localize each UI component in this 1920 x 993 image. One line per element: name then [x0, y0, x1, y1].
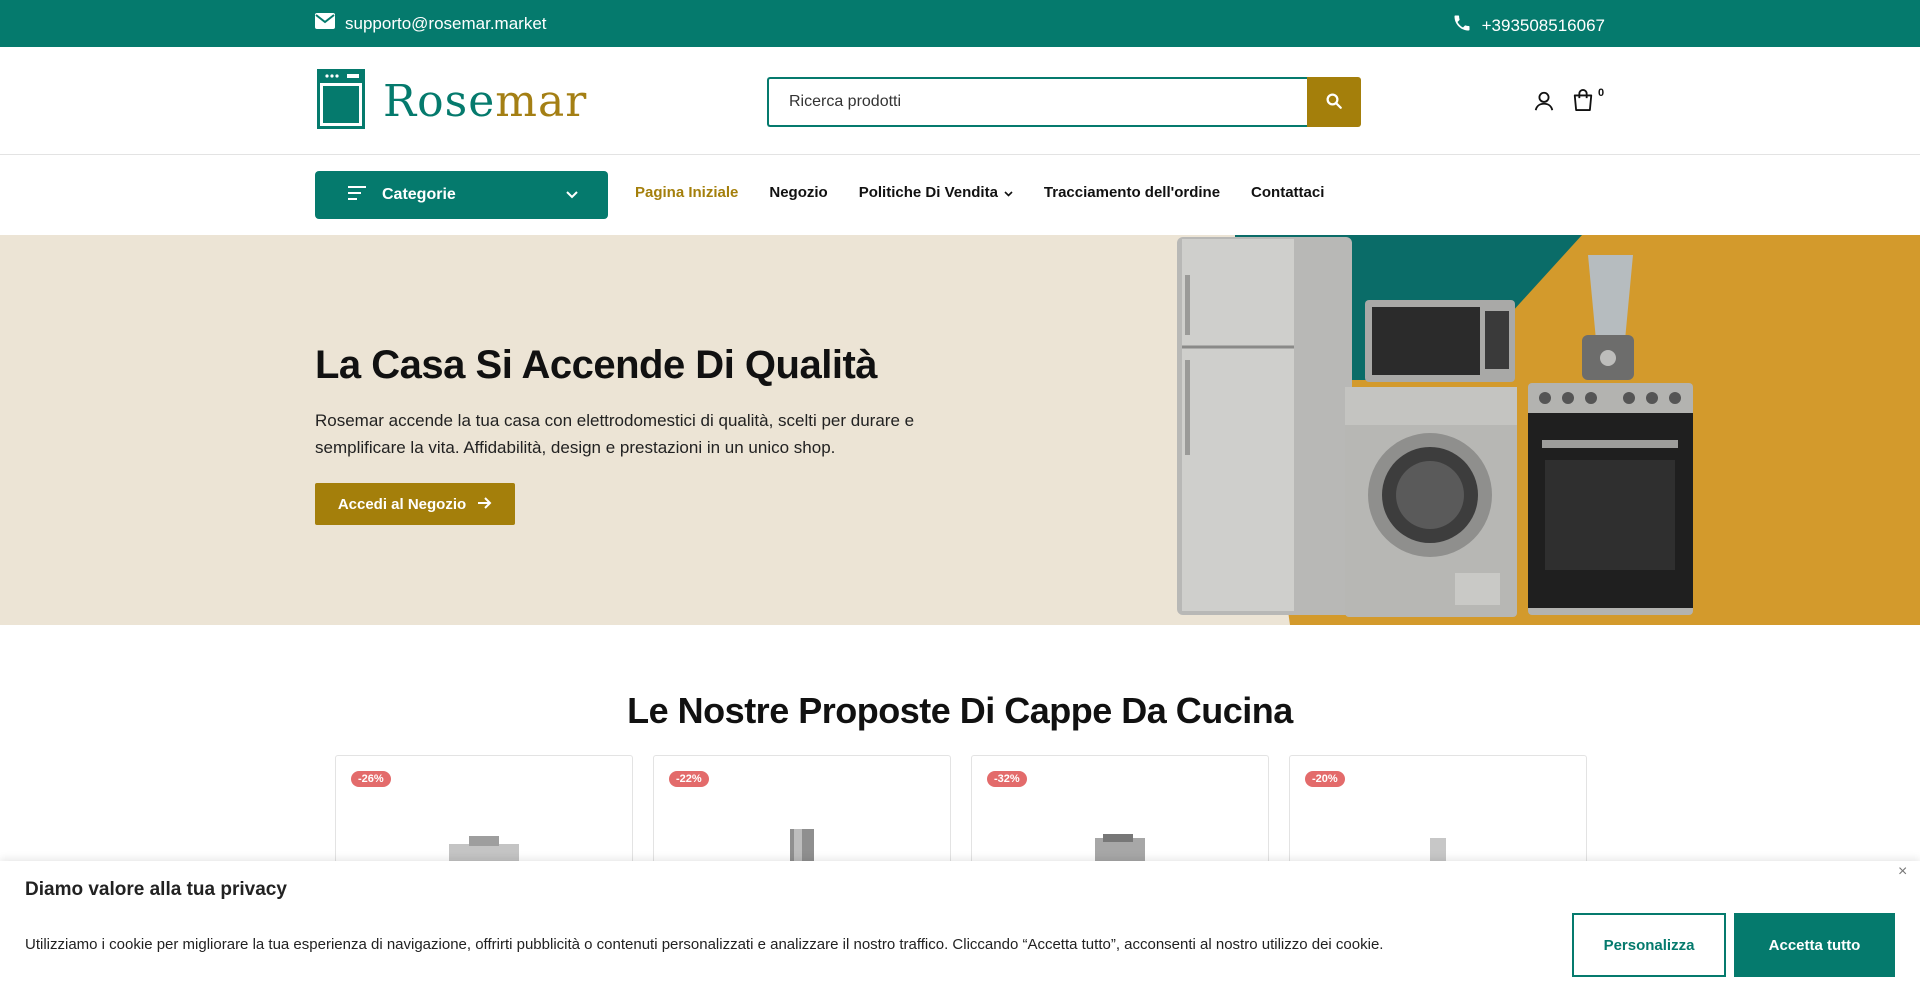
main-nav: Categorie Pagina Iniziale Negozio Politi… [0, 155, 1920, 235]
search-icon [1325, 92, 1343, 113]
site-header: Rosemar 0 [0, 47, 1920, 155]
nav-link-contact-label: Contattaci [1251, 184, 1325, 201]
cookie-title: Diamo valore alla tua privacy [25, 879, 287, 900]
nav-link-order-tracking[interactable]: Tracciamento dell'ordine [1044, 184, 1220, 201]
logo-wordmark-main: Rose [383, 75, 496, 127]
nav-link-shop[interactable]: Negozio [769, 184, 827, 201]
logo-wordmark-accent: mar [495, 75, 588, 127]
site-logo[interactable]: Rosemar [317, 69, 587, 134]
support-phone-text: +393508516067 [1481, 15, 1605, 35]
customize-cookies-button[interactable]: Personalizza [1572, 913, 1726, 977]
discount-badge: -20% [1305, 771, 1345, 787]
nav-link-sales-policies[interactable]: Politiche Di Vendita [859, 184, 1013, 201]
discount-badge: -26% [351, 771, 391, 787]
categories-dropdown[interactable]: Categorie [315, 171, 608, 219]
envelope-icon [315, 13, 335, 34]
chevron-down-icon [566, 186, 578, 204]
nav-link-contact[interactable]: Contattaci [1251, 184, 1324, 201]
nav-link-shop-label: Negozio [769, 184, 828, 201]
discount-badge: -32% [987, 771, 1027, 787]
close-icon[interactable]: × [1898, 863, 1907, 881]
nav-link-sales-policies-label: Politiche Di Vendita [858, 184, 998, 201]
nav-link-order-tracking-label: Tracciamento dell'ordine [1043, 184, 1221, 201]
nav-links: Pagina Iniziale Negozio Politiche Di Ven… [635, 184, 1324, 201]
chevron-down-icon [1004, 184, 1013, 201]
range-hood-image [790, 829, 814, 865]
top-bar: supporto@rosemar.market +393508516067 [0, 0, 1920, 47]
hero-appliances-image [1177, 235, 1920, 625]
cart-icon[interactable] [1572, 88, 1594, 117]
hero-text: Rosemar accende la tua casa con elettrod… [315, 411, 915, 457]
user-icon[interactable] [1533, 90, 1555, 117]
dishwasher-logo-icon [317, 69, 365, 134]
arrow-right-icon [478, 496, 492, 513]
cart-count-badge: 0 [1598, 87, 1605, 99]
support-phone[interactable]: +393508516067 [1452, 13, 1605, 38]
search-bar [767, 77, 1361, 127]
hero-banner: La Casa Si Accende Di Qualità Rosemar ac… [0, 235, 1920, 625]
cookie-text: Utilizziamo i cookie per migliorare la t… [25, 936, 1384, 953]
range-hood-image [1095, 834, 1145, 864]
cookie-consent-banner: × Diamo valore alla tua privacy Utilizzi… [0, 861, 1920, 993]
menu-lines-icon [348, 185, 366, 205]
shop-cta-label: Accedi al Negozio [337, 495, 467, 513]
search-button[interactable] [1307, 77, 1361, 127]
discount-badge: -22% [669, 771, 709, 787]
support-email-text: supporto@rosemar.market [345, 13, 547, 33]
nav-link-home-label: Pagina Iniziale [635, 184, 739, 201]
support-email[interactable]: supporto@rosemar.market [315, 13, 547, 34]
shop-cta-button[interactable]: Accedi al Negozio [315, 483, 515, 525]
nav-link-home[interactable]: Pagina Iniziale [635, 184, 738, 201]
accept-all-cookies-button[interactable]: Accetta tutto [1734, 913, 1895, 977]
search-input[interactable] [767, 77, 1307, 127]
phone-icon [1452, 13, 1472, 38]
logo-wordmark: Rosemar [383, 79, 587, 124]
hero-title: La Casa Si Accende Di Qualità [315, 343, 878, 387]
categories-label: Categorie [382, 186, 456, 203]
section-title: Le Nostre Proposte Di Cappe Da Cucina [627, 690, 1293, 731]
